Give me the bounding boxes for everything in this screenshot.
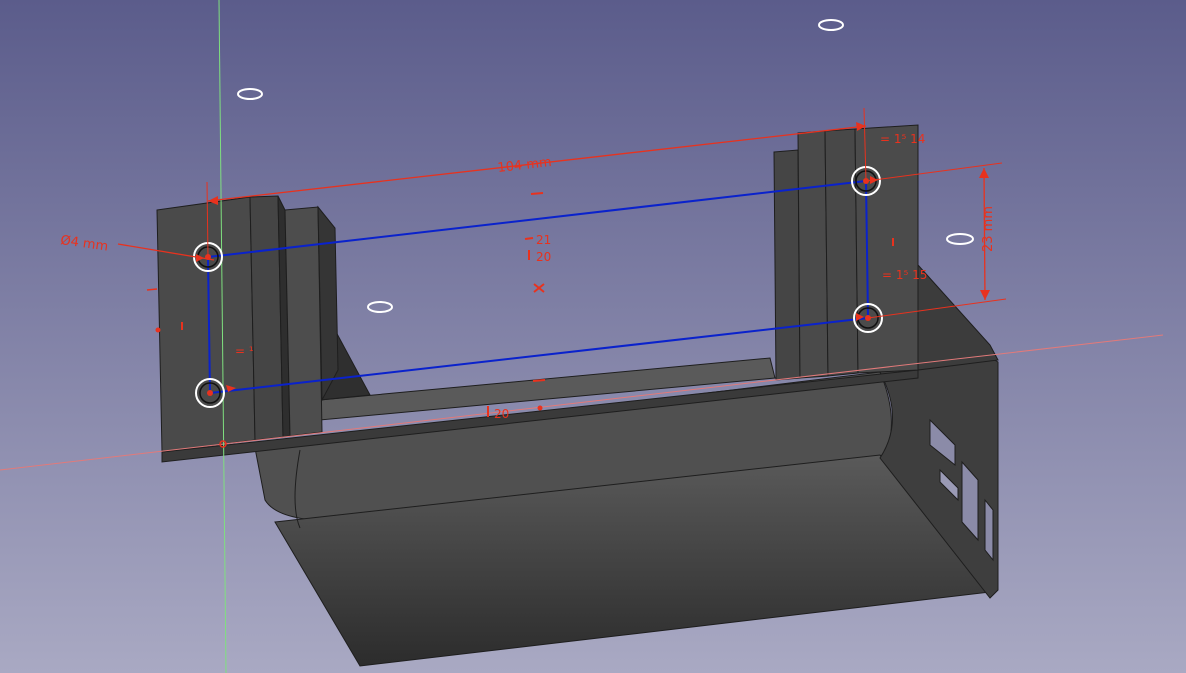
horizontal-constraint-icon[interactable] <box>532 379 546 382</box>
point-marker-left <box>155 327 161 333</box>
dimension-height-label[interactable]: 23 mm <box>981 206 996 252</box>
side-opening-4 <box>984 498 994 562</box>
constraint-top-right-equal[interactable]: = 1⁵ 14 <box>880 132 925 146</box>
horizontal-constraint-icon[interactable] <box>524 237 534 240</box>
constraint-bottom-20[interactable]: 20 <box>494 407 509 421</box>
left-plate-side <box>317 205 339 402</box>
left-plate-2 <box>249 195 284 441</box>
sketch-hole-bottom-left[interactable] <box>195 378 225 408</box>
constraint-center-20[interactable]: 20 <box>536 250 551 264</box>
constraint-right-equal[interactable]: = 1⁵ 15 <box>882 268 927 282</box>
3d-viewport[interactable]: 104 mm 23 mm Ø4 mm = 1⁵ 14 = 1⁵ 15 21 20… <box>0 0 1186 673</box>
viewport-canvas[interactable]: 104 mm 23 mm Ø4 mm = 1⁵ 14 = 1⁵ 15 21 20… <box>0 0 1186 673</box>
right-plate-2 <box>797 130 829 379</box>
right-plate-1 <box>773 149 801 381</box>
constraint-left-equal[interactable]: = ¹ <box>235 344 254 358</box>
left-plate-4 <box>284 206 323 437</box>
right-plate-4 <box>854 124 919 374</box>
midpoint-marker <box>537 405 543 411</box>
constraint-center-21[interactable]: 21 <box>536 233 551 247</box>
right-plate-3 <box>824 128 859 377</box>
horizontal-constraint-icon[interactable] <box>530 192 544 195</box>
left-plate-outer <box>156 196 256 453</box>
horizontal-constraint-icon[interactable] <box>146 288 158 291</box>
